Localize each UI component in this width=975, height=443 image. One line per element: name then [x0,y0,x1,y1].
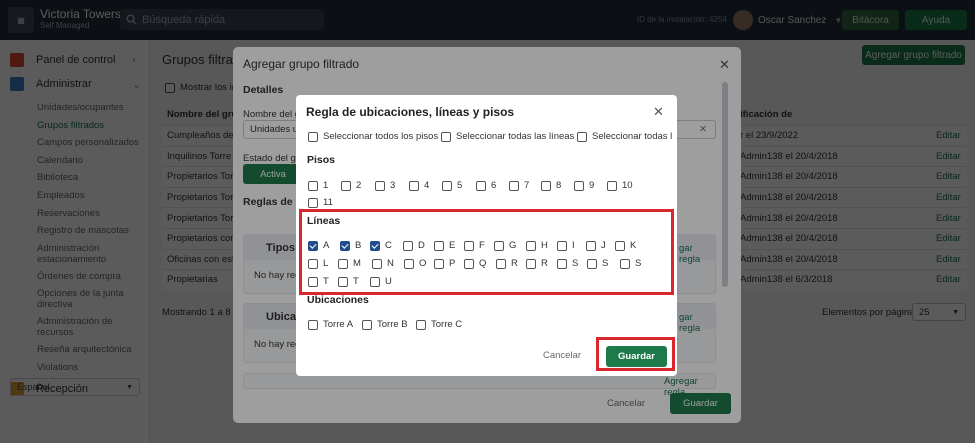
checkbox-box [362,319,372,330]
checkbox-box [509,180,519,191]
checkbox-label: 3 [390,180,396,191]
pisos-checkbox[interactable]: 2 [341,180,361,191]
checkbox-label: Torre A [323,319,354,330]
select-all-locations-checkbox[interactable]: Seleccionar todas l [577,131,672,142]
checkbox-box [409,180,419,191]
select-all-floors-checkbox[interactable]: Seleccionar todos los pisos [308,131,438,142]
checkbox-box [541,180,551,191]
modal-title: Regla de ubicaciones, líneas y pisos [306,105,515,119]
checkbox-box [341,180,351,191]
checkbox-box [574,180,584,191]
checkbox-box [308,180,318,191]
pisos-checkbox[interactable]: 10 [607,180,633,191]
select-all-lines-checkbox[interactable]: Seleccionar todas las líneas [441,131,574,142]
checkbox-label: Seleccionar todas las líneas [456,131,575,142]
checkbox-box [308,197,318,208]
floors-heading: Pisos [307,154,336,166]
checkbox-label: 11 [323,197,333,208]
save-highlight-box [596,337,675,371]
pisos-checkbox[interactable]: 7 [509,180,529,191]
checkbox-box [441,131,451,142]
checkbox-label: Torre B [377,319,408,330]
checkbox-box [308,131,318,142]
pisos-checkbox[interactable]: 3 [375,180,395,191]
pisos-checkbox[interactable]: 6 [476,180,496,191]
checkbox-label: 2 [356,180,362,191]
locations-heading: Ubicaciones [307,294,369,306]
ubic-checkbox[interactable]: Torre B [362,319,408,330]
ubic-checkbox[interactable]: Torre A [308,319,353,330]
checkbox-label: 4 [424,180,430,191]
checkbox-box [577,131,587,142]
checkbox-label: 6 [491,180,497,191]
rule-cancel-button[interactable]: Cancelar [543,350,581,361]
checkbox-box [476,180,486,191]
checkbox-box [607,180,617,191]
pisos-checkbox[interactable]: 5 [442,180,462,191]
pisos-checkbox[interactable]: 9 [574,180,594,191]
checkbox-label: 5 [457,180,463,191]
checkbox-label: 7 [524,180,530,191]
checkbox-box [416,319,426,330]
pisos-checkbox[interactable]: 11 [308,197,333,208]
pisos-checkbox[interactable]: 8 [541,180,561,191]
pisos-checkbox[interactable]: 4 [409,180,429,191]
checkbox-label: 8 [556,180,562,191]
ubic-checkbox[interactable]: Torre C [416,319,462,330]
checkbox-box [308,319,318,330]
checkbox-box [375,180,385,191]
checkbox-label: Seleccionar todas l [592,131,673,142]
close-icon[interactable]: ✕ [653,104,664,120]
checkbox-label: Seleccionar todos los pisos [323,131,439,142]
checkbox-label: Torre C [431,319,463,330]
checkbox-label: 10 [622,180,633,191]
lines-highlight-box [299,209,674,295]
checkbox-box [442,180,452,191]
pisos-checkbox[interactable]: 1 [308,180,328,191]
checkbox-label: 9 [589,180,595,191]
checkbox-label: 1 [323,180,329,191]
